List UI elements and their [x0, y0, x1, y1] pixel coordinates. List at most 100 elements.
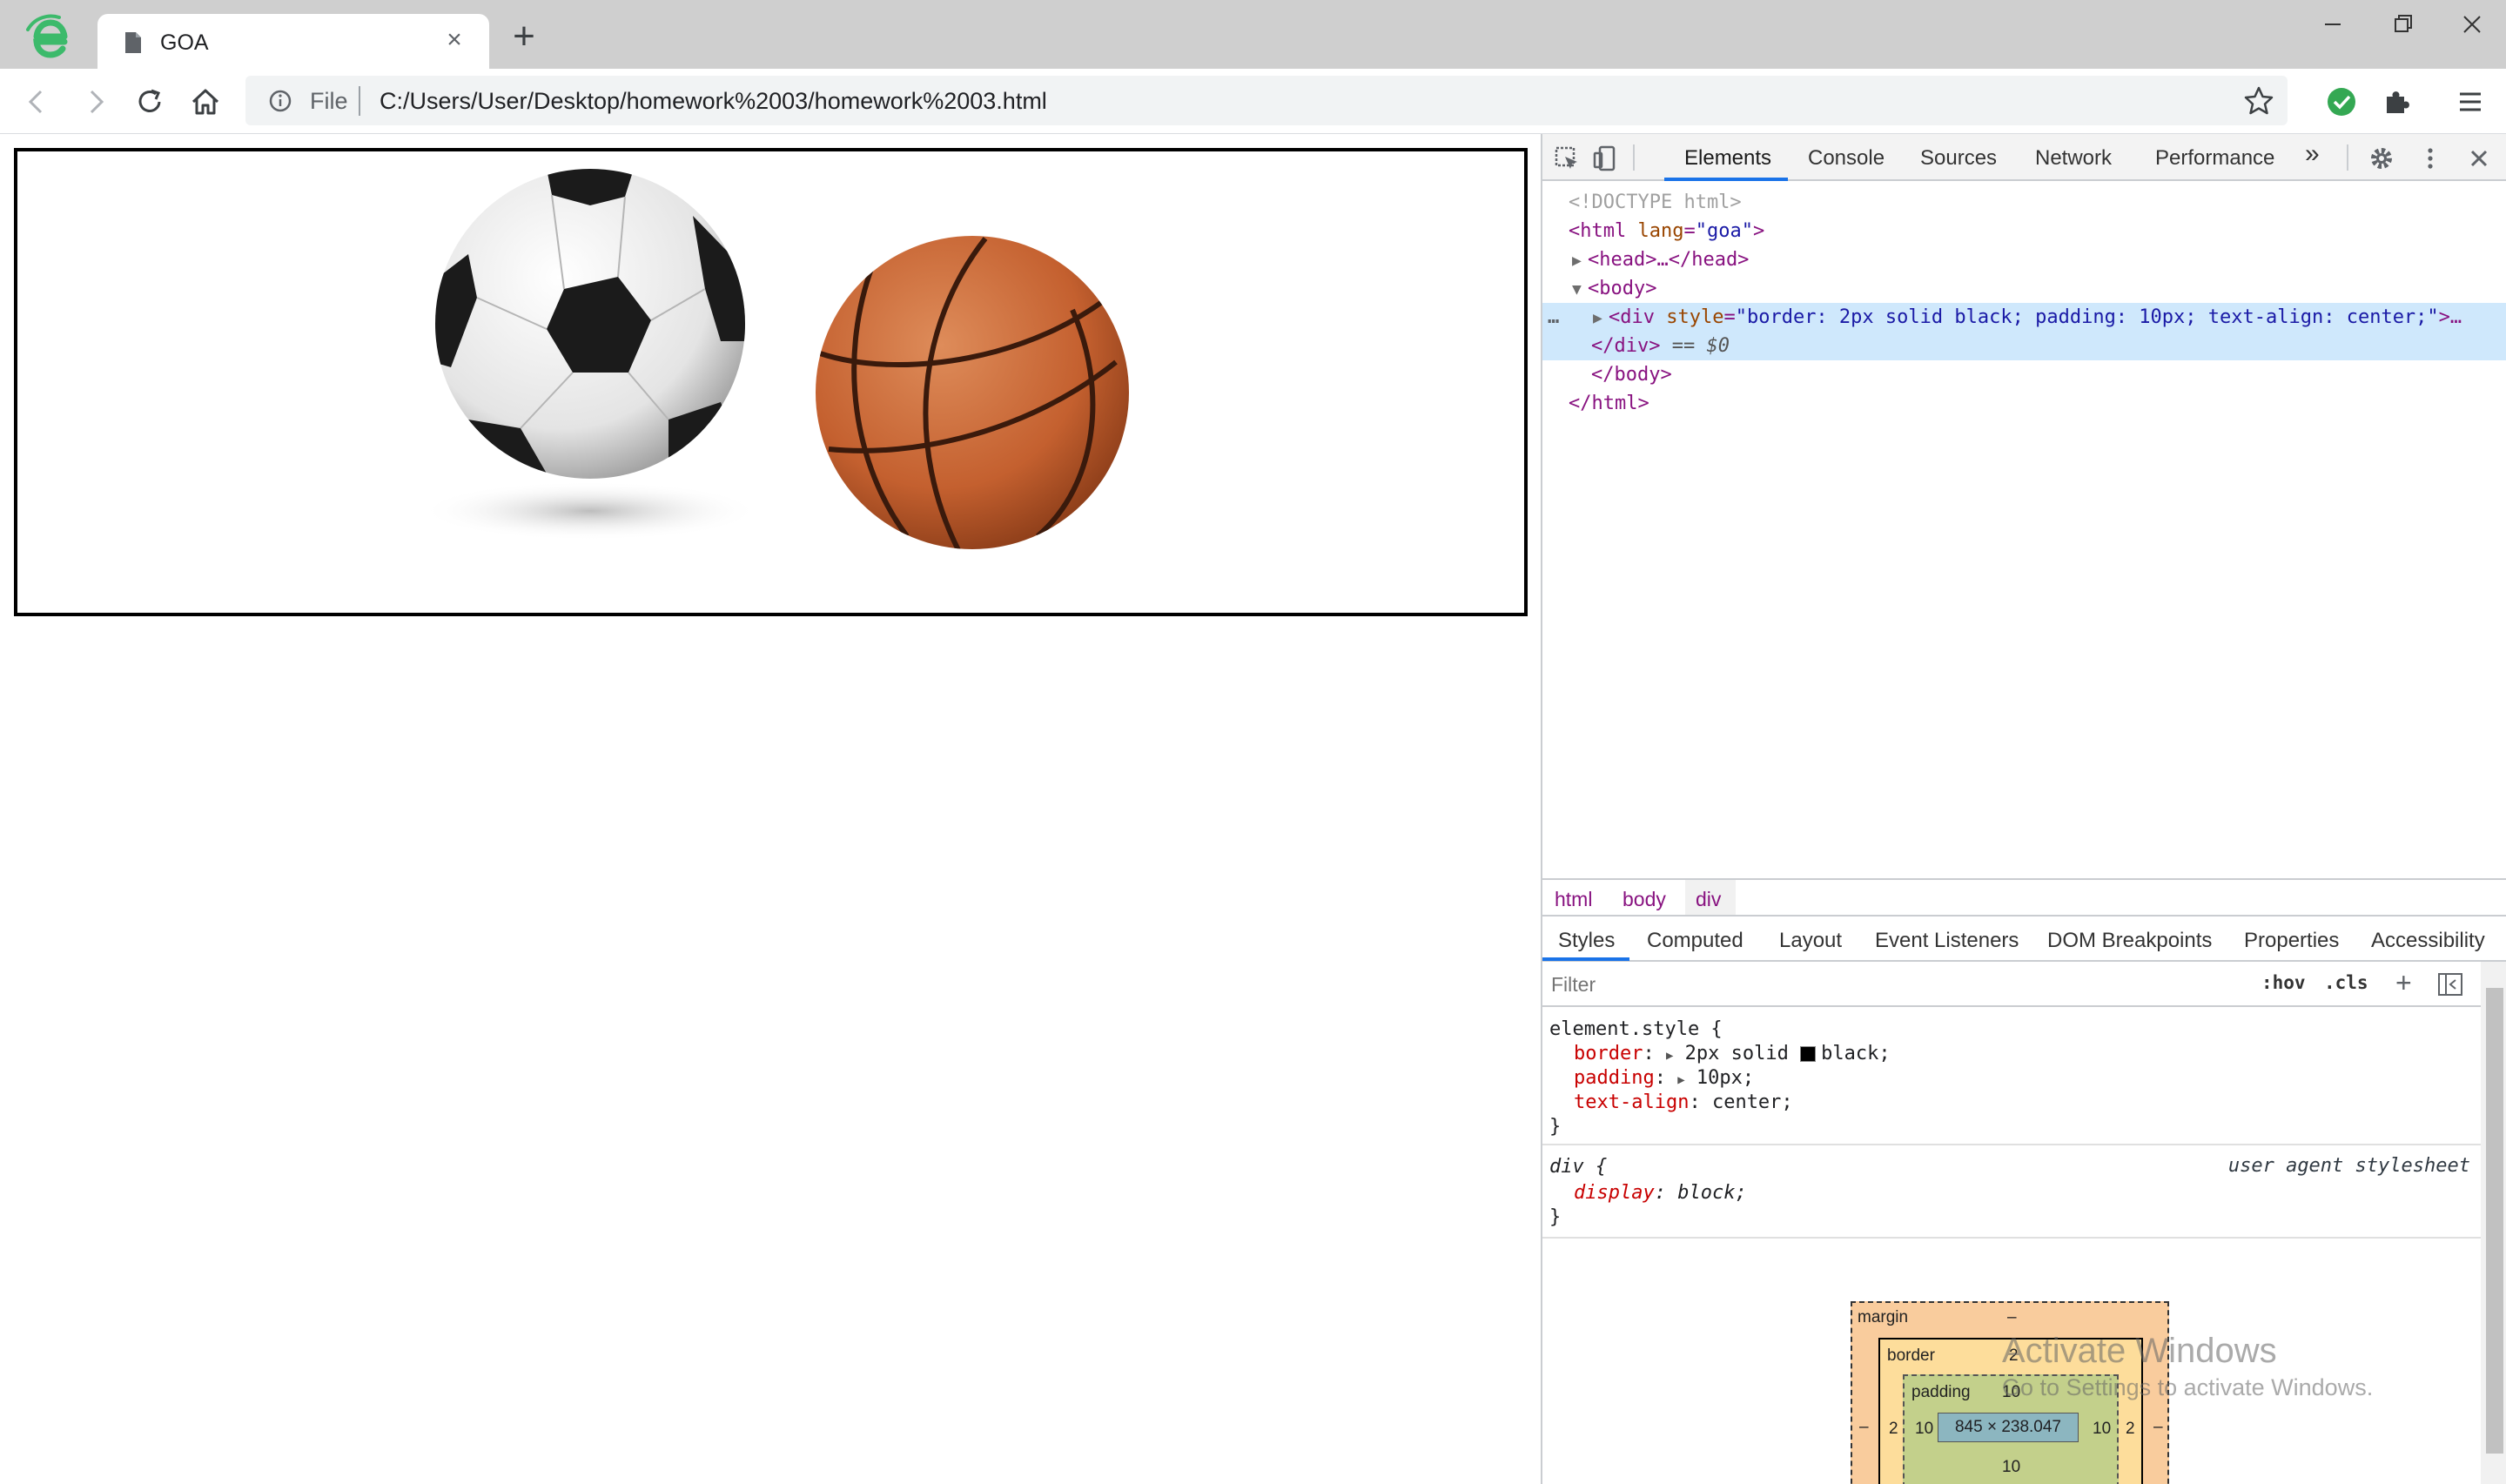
tab-layout[interactable]: Layout	[1779, 929, 1842, 953]
div-attr-value: "border: 2px solid black; padding: 10px;…	[1735, 306, 2439, 328]
padding-right-value[interactable]: 10	[2093, 1420, 2111, 1439]
browser-toolbar: File C:/Users/User/Desktop/homework%2003…	[0, 69, 2506, 134]
tab-properties[interactable]: Properties	[2244, 929, 2339, 953]
tab-performance[interactable]: Performance	[2155, 146, 2274, 171]
toggle-sidebar-icon[interactable]	[2437, 972, 2463, 997]
margin-top-value[interactable]: –	[2007, 1308, 2017, 1327]
body-close-tag: </body>	[1591, 364, 1672, 386]
scrollbar-thumb[interactable]	[2486, 988, 2503, 1454]
dom-node-body[interactable]: ▼ <body>	[1542, 274, 2506, 303]
menu-icon[interactable]	[2453, 84, 2488, 119]
info-icon[interactable]	[268, 89, 292, 113]
tab-styles[interactable]: Styles	[1558, 929, 1615, 953]
close-devtools-icon[interactable]	[2465, 144, 2493, 172]
new-tab-button[interactable]: +	[505, 17, 543, 57]
dom-node-html-close[interactable]: </html>	[1542, 389, 2506, 418]
back-icon[interactable]	[19, 84, 54, 119]
dom-tree: <!DOCTYPE html> <html lang="goa"> ▶ <head…	[1542, 183, 2506, 879]
forward-icon[interactable]	[78, 84, 113, 119]
padding-bottom-value[interactable]: 10	[2002, 1458, 2020, 1477]
home-icon[interactable]	[188, 84, 223, 119]
bookmark-star-icon[interactable]	[2242, 84, 2275, 118]
dom-node-div-close[interactable]: </div> == $0	[1542, 332, 2506, 360]
kebab-menu-icon[interactable]	[2416, 144, 2444, 172]
expand-triangle-icon[interactable]: ▶	[1593, 304, 1609, 332]
reload-icon[interactable]	[132, 84, 167, 119]
dom-node-head[interactable]: ▶ <head>…</head>	[1542, 245, 2506, 274]
rule-separator	[1542, 1144, 2482, 1145]
breadcrumb-body[interactable]: body	[1623, 888, 1666, 911]
css-declaration-text-align[interactable]: text-align: center;	[1574, 1091, 1793, 1115]
css-prop-padding[interactable]: padding	[1574, 1067, 1655, 1089]
breadcrumb: html body div	[1542, 878, 2506, 917]
css-prop-text-align[interactable]: text-align	[1574, 1091, 1689, 1113]
tab-network[interactable]: Network	[2035, 146, 2112, 171]
box-model-content[interactable]: 845 × 238.047	[1938, 1413, 2079, 1442]
node-actions-ellipsis[interactable]: …	[1548, 303, 1559, 332]
tab-elements[interactable]: Elements	[1684, 146, 1771, 171]
element-style-selector: element.style {	[1549, 1017, 1723, 1042]
styles-filter-bar: :hov .cls +	[1542, 962, 2482, 1007]
tab-event-listeners[interactable]: Event Listeners	[1875, 929, 2019, 953]
tab-dom-breakpoints[interactable]: DOM Breakpoints	[2047, 929, 2212, 953]
styles-scrollbar[interactable]	[2481, 962, 2506, 1484]
css-declaration-padding[interactable]: padding: ▶ 10px;	[1574, 1066, 1754, 1091]
tab-console[interactable]: Console	[1808, 146, 1885, 171]
dom-node-doctype[interactable]: <!DOCTYPE html>	[1542, 188, 2506, 217]
collapse-triangle-icon[interactable]: ▼	[1572, 275, 1588, 304]
browser-logo-icon[interactable]	[23, 12, 73, 63]
extensions-puzzle-icon[interactable]	[2380, 84, 2415, 119]
div-selector: div {	[1549, 1156, 1608, 1178]
css-val-border[interactable]: 2px solid	[1685, 1043, 1789, 1064]
address-bar[interactable]: File C:/Users/User/Desktop/homework%2003…	[245, 76, 2288, 125]
devtools-panel: Elements Console Sources Network Perform…	[1541, 134, 2506, 1484]
url-text[interactable]: C:/Users/User/Desktop/homework%2003/home…	[380, 88, 1047, 115]
rule-separator	[1542, 1237, 2482, 1239]
class-toggle-button[interactable]: .cls	[2324, 972, 2368, 993]
settings-gear-icon[interactable]	[2368, 144, 2395, 172]
margin-right-value[interactable]: –	[2153, 1418, 2163, 1437]
color-swatch[interactable]	[1800, 1046, 1817, 1062]
expand-triangle-icon[interactable]: ▶	[1572, 246, 1588, 275]
browser-tab[interactable]: GOA ×	[97, 14, 489, 69]
page-icon	[125, 32, 141, 53]
breadcrumb-div[interactable]: div	[1696, 888, 1721, 911]
inspect-element-icon[interactable]	[1553, 144, 1581, 172]
css-prop-border[interactable]: border	[1574, 1043, 1643, 1064]
html-close-tag: </html>	[1569, 393, 1649, 414]
hover-state-button[interactable]: :hov	[2261, 972, 2306, 993]
css-val-display: block;	[1677, 1182, 1747, 1204]
dom-node-body-close[interactable]: </body>	[1542, 360, 2506, 389]
extension-check-icon[interactable]	[2324, 84, 2359, 119]
doctype-text: <!DOCTYPE html>	[1569, 191, 1742, 213]
padding-left-value[interactable]: 10	[1915, 1420, 1933, 1439]
active-tab-indicator	[1664, 178, 1788, 181]
minimize-button[interactable]	[2307, 7, 2359, 42]
more-tabs-button[interactable]: »	[2305, 139, 2320, 169]
soccer-ball-image	[420, 169, 760, 541]
css-prop-display: display	[1574, 1182, 1655, 1204]
tab-computed[interactable]: Computed	[1647, 929, 1743, 953]
breadcrumb-html[interactable]: html	[1555, 888, 1592, 911]
css-val-padding[interactable]: 10px;	[1696, 1067, 1754, 1089]
new-style-rule-button[interactable]: +	[2395, 967, 2412, 999]
restore-button[interactable]	[2376, 7, 2429, 42]
css-declaration-border[interactable]: border: ▶ 2px solid black;	[1574, 1042, 1891, 1066]
device-toolbar-icon[interactable]	[1591, 144, 1619, 172]
head-tag: <head>…</head>	[1588, 249, 1750, 271]
css-declaration-display: display: block;	[1574, 1182, 1747, 1204]
border-right-value[interactable]: 2	[2126, 1420, 2135, 1439]
div-close-tag: </div>	[1591, 335, 1661, 357]
tab-accessibility[interactable]: Accessibility	[2371, 929, 2485, 953]
activate-windows-watermark: Activate Windows Go to Settings to activ…	[2002, 1332, 2373, 1401]
dom-node-html[interactable]: <html lang="goa">	[1542, 217, 2506, 245]
css-val-text-align[interactable]: center;	[1712, 1091, 1793, 1113]
border-left-value[interactable]: 2	[1889, 1420, 1898, 1439]
dom-node-div-selected[interactable]: … ▶ <div style="border: 2px solid black; …	[1542, 303, 2506, 332]
tab-close-button[interactable]: ×	[440, 26, 468, 54]
css-val-border-color[interactable]: black;	[1821, 1043, 1890, 1064]
tab-sources[interactable]: Sources	[1920, 146, 1997, 171]
margin-left-value[interactable]: –	[1859, 1418, 1869, 1437]
styles-filter-input[interactable]	[1551, 970, 2247, 999]
close-window-button[interactable]	[2446, 7, 2498, 42]
